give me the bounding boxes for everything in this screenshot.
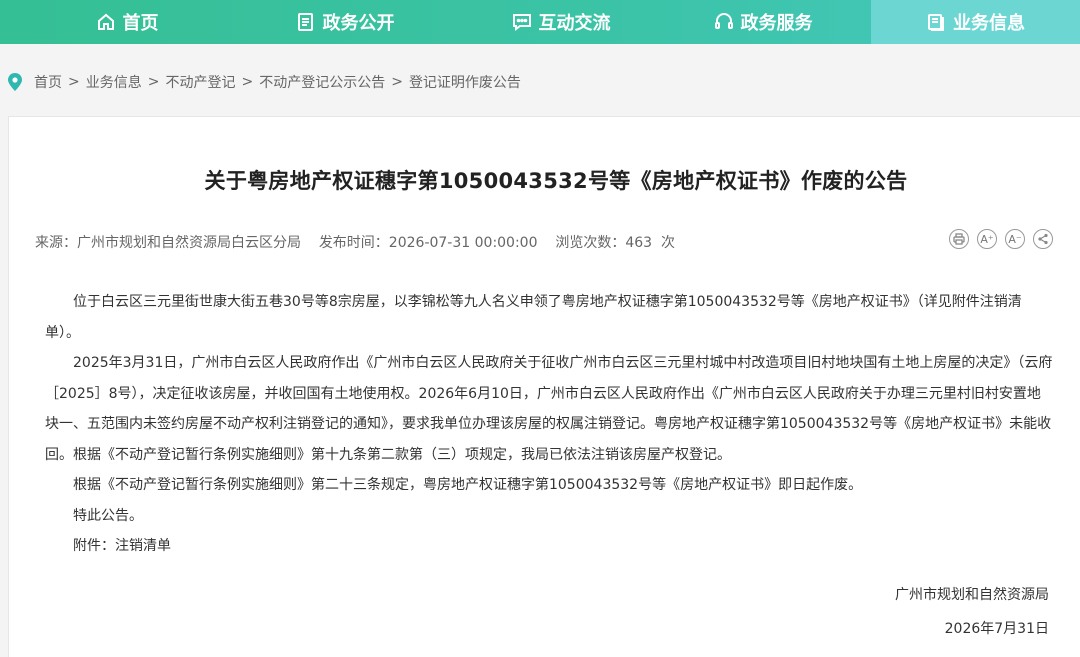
article-view-count: 浏览次数：463 次 [555, 235, 675, 251]
nav-label: 业务信息 [953, 13, 1025, 34]
article-paragraph: 特此公告。 [73, 507, 143, 524]
document-list-icon [296, 12, 316, 32]
attachment-link[interactable]: 附件：注销清单 [45, 531, 1053, 562]
article-panel: 关于粤房地产权证穗字第1050043532号等《房地产权证书》作废的公告 来源：… [8, 116, 1080, 657]
article-title: 关于粤房地产权证穗字第1050043532号等《房地产权证书》作废的公告 [204, 169, 908, 193]
article-publish-time: 发布时间：2026-07-31 00:00:00 [318, 235, 538, 251]
breadcrumb-separator: > [68, 74, 80, 90]
breadcrumb-void-notices[interactable]: 登记证明作废公告 [409, 72, 521, 92]
article-paragraph: 2025年3月31日，广州市白云区人民政府作出《广州市白云区人民政府关于征收广州… [45, 355, 1053, 463]
article-paragraph: 位于白云区三元里街世康大街五巷30号等8宗房屋，以李锦松等九人名义申领了粤房地产… [45, 294, 1022, 341]
share-icon[interactable] [1033, 229, 1053, 249]
print-icon[interactable] [949, 229, 969, 249]
breadcrumb-registration-notices[interactable]: 不动产登记公示公告 [259, 72, 385, 92]
signature-org: 广州市规划和自然资源局 [895, 587, 1049, 603]
home-icon [96, 12, 116, 32]
nav-government-services[interactable]: 政务服务 [654, 0, 872, 44]
top-nav: 首页 政务公开 互动交流 政务服务 业务信息 [0, 0, 1080, 44]
chat-icon [512, 12, 532, 32]
breadcrumb-home[interactable]: 首页 [34, 72, 62, 92]
signature-date: 2026年7月31日 [944, 621, 1049, 637]
breadcrumb-separator: > [391, 74, 403, 90]
article-meta: 来源：广州市规划和自然资源局白云区分局 发布时间：2026-07-31 00:0… [35, 232, 675, 252]
nav-label: 政务服务 [740, 13, 813, 34]
nav-interaction[interactable]: 互动交流 [452, 0, 670, 44]
breadcrumb-business-info[interactable]: 业务信息 [86, 72, 142, 92]
nav-business-info[interactable]: 业务信息 [871, 0, 1080, 44]
breadcrumb-real-estate-registration[interactable]: 不动产登记 [165, 72, 235, 92]
article-source: 来源：广州市规划和自然资源局白云区分局 [35, 235, 301, 251]
nav-label: 首页 [122, 13, 159, 34]
article-tools: A⁺ A⁻ [949, 229, 1053, 249]
nav-label: 政务公开 [322, 13, 395, 34]
nav-government-affairs[interactable]: 政务公开 [236, 0, 454, 44]
location-pin-icon [8, 73, 22, 91]
breadcrumb-separator: > [147, 74, 160, 90]
business-book-icon [926, 12, 946, 32]
nav-home[interactable]: 首页 [18, 0, 236, 44]
breadcrumb-separator: > [241, 74, 254, 90]
font-decrease-icon[interactable]: A⁻ [1005, 229, 1025, 249]
article-body: 位于白云区三元里街世康大街五巷30号等8宗房屋，以李锦松等九人名义申领了粤房地产… [45, 287, 1053, 562]
breadcrumb: 首页 > 业务信息 > 不动产登记 > 不动产登记公示公告 > 登记证明作废公告 [8, 70, 521, 94]
article-paragraph: 根据《不动产登记暂行条例实施细则》第二十三条规定，粤房地产权证穗字第105004… [73, 477, 863, 493]
nav-label: 互动交流 [538, 13, 611, 34]
headset-icon [714, 12, 734, 32]
font-increase-icon[interactable]: A⁺ [977, 229, 997, 249]
